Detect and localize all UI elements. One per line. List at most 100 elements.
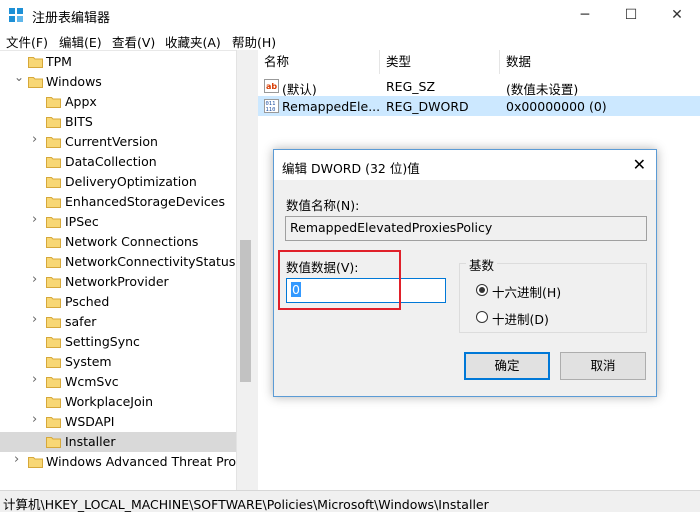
tree-item[interactable]: DataCollection (0, 152, 236, 172)
column-header-data[interactable]: 数据 (500, 50, 700, 74)
value-type: REG_DWORD (386, 99, 469, 114)
ab-string-icon: ab (264, 79, 279, 93)
tree-item[interactable]: Appx (0, 92, 236, 112)
tree-item-label: System (65, 354, 112, 369)
tree-item-label: NetworkConnectivityStatusInc (65, 254, 236, 269)
folder-icon (46, 157, 61, 168)
chevron-right-icon[interactable]: › (32, 133, 42, 146)
folder-icon (46, 197, 61, 208)
tree-item-label: WorkplaceJoin (65, 394, 154, 409)
minimize-button[interactable]: ─ (562, 0, 608, 30)
column-header-type[interactable]: 类型 (380, 50, 500, 74)
radio-dec[interactable] (476, 311, 488, 323)
scrollbar-thumb[interactable] (240, 240, 251, 382)
menu-view[interactable]: 查看(V) (112, 32, 155, 51)
svg-text:110: 110 (266, 107, 276, 113)
tree-item-label: CurrentVersion (65, 134, 158, 149)
chevron-right-icon[interactable]: › (32, 413, 42, 426)
base-groupbox: 基数 十六进制(H) 十进制(D) (459, 255, 647, 333)
tree-item[interactable]: SettingSync (0, 332, 236, 352)
folder-icon (46, 357, 61, 368)
folder-icon (46, 97, 61, 108)
maximize-button[interactable]: ☐ (608, 0, 654, 30)
folder-icon (46, 117, 61, 128)
tree-item[interactable]: EnhancedStorageDevices (0, 192, 236, 212)
tree-item[interactable]: › NetworkProvider (0, 272, 236, 292)
chevron-right-icon[interactable]: › (32, 273, 42, 286)
chevron-right-icon[interactable]: › (32, 313, 42, 326)
folder-icon (46, 297, 61, 308)
base-label: 基数 (466, 255, 498, 274)
tree-item[interactable]: NetworkConnectivityStatusInc (0, 252, 236, 272)
menu-help[interactable]: 帮助(H) (232, 32, 276, 51)
registry-tree[interactable]: TPM ⌄ Windows Appx BITS › CurrentVersion DataCo… (0, 50, 236, 491)
radio-hex[interactable] (476, 284, 488, 296)
tree-item-label: SettingSync (65, 334, 140, 349)
tree-item[interactable]: WorkplaceJoin (0, 392, 236, 412)
folder-icon (46, 397, 61, 408)
binary-dword-icon: 011 110 (264, 99, 279, 113)
tree-item-label: Windows (46, 74, 102, 89)
tree-item[interactable]: › safer (0, 312, 236, 332)
tree-item-label: Installer (65, 434, 116, 449)
tree-item[interactable]: › CurrentVersion (0, 132, 236, 152)
close-button[interactable]: ✕ (654, 0, 700, 30)
menu-edit[interactable]: 编辑(E) (59, 32, 102, 51)
value-type: REG_SZ (386, 79, 436, 94)
tree-item[interactable]: System (0, 352, 236, 372)
tree-item-label: Appx (65, 94, 97, 109)
value-row-default[interactable]: ab (默认) REG_SZ (数值未设置) (258, 76, 700, 97)
value-name-label: 数值名称(N): (286, 198, 360, 213)
folder-icon (46, 177, 61, 188)
tree-item[interactable]: TPM (0, 52, 236, 72)
status-path: 计算机\HKEY_LOCAL_MACHINE\SOFTWARE\Policies… (3, 497, 489, 512)
folder-icon (46, 337, 61, 348)
radio-hex-label[interactable]: 十六进制(H) (492, 282, 561, 301)
dialog-close-icon[interactable]: ✕ (633, 155, 646, 174)
tree-item-label: BITS (65, 114, 93, 129)
value-row-remapped[interactable]: 011 110 RemappedEle... REG_DWORD 0x00000… (258, 96, 700, 116)
tree-item-label: Network Connections (65, 234, 199, 249)
tree-item-label: NetworkProvider (65, 274, 169, 289)
folder-icon (46, 417, 61, 428)
folder-icon (46, 377, 61, 388)
chevron-right-icon[interactable]: › (14, 453, 24, 466)
tree-item[interactable]: ⌄ Windows (0, 71, 236, 92)
chevron-right-icon[interactable]: › (32, 213, 42, 226)
title-bar: 注册表编辑器 ─ ☐ ✕ (0, 0, 700, 30)
tree-item-label: EnhancedStorageDevices (65, 194, 225, 209)
value-data: 0x00000000 (0) (506, 99, 607, 114)
status-bar: 计算机\HKEY_LOCAL_MACHINE\SOFTWARE\Policies… (0, 490, 700, 512)
tree-item[interactable]: Installer (0, 432, 236, 452)
cancel-button[interactable]: 取消 (560, 352, 646, 380)
tree-item[interactable]: Network Connections (0, 232, 236, 252)
ok-button[interactable]: 确定 (464, 352, 550, 380)
chevron-down-icon[interactable]: ⌄ (14, 71, 24, 83)
tree-item[interactable]: Psched (0, 292, 236, 312)
folder-icon (46, 137, 61, 148)
tree-item[interactable]: BITS (0, 112, 236, 132)
tree-item-label: TPM (46, 54, 72, 69)
tree-scrollbar[interactable] (236, 50, 254, 490)
tree-item-label: WSDAPI (65, 414, 115, 429)
column-header-name[interactable]: 名称 (258, 50, 380, 74)
tree-item[interactable]: › IPSec (0, 212, 236, 232)
radio-selected-dot (479, 287, 485, 293)
folder-icon (46, 317, 61, 328)
value-name-field: RemappedElevatedProxiesPolicy (285, 216, 647, 241)
window-title: 注册表编辑器 (32, 11, 111, 26)
folder-icon (46, 277, 61, 288)
tree-item-label: Windows Advanced Threat Prote (46, 454, 236, 469)
radio-dec-label[interactable]: 十进制(D) (492, 309, 549, 328)
tree-item[interactable]: › Windows Advanced Threat Prote (0, 452, 236, 472)
tree-item[interactable]: › WSDAPI (0, 412, 236, 432)
chevron-right-icon[interactable]: › (32, 373, 42, 386)
folder-icon (28, 57, 43, 68)
tree-item[interactable]: DeliveryOptimization (0, 172, 236, 192)
tree-item[interactable]: › WcmSvc (0, 372, 236, 392)
red-highlight-box (278, 250, 401, 310)
menu-file[interactable]: 文件(F) (6, 32, 48, 51)
menu-favorites[interactable]: 收藏夹(A) (165, 32, 221, 51)
tree-item-label: WcmSvc (65, 374, 119, 389)
value-name: RemappedEle... (282, 99, 381, 114)
